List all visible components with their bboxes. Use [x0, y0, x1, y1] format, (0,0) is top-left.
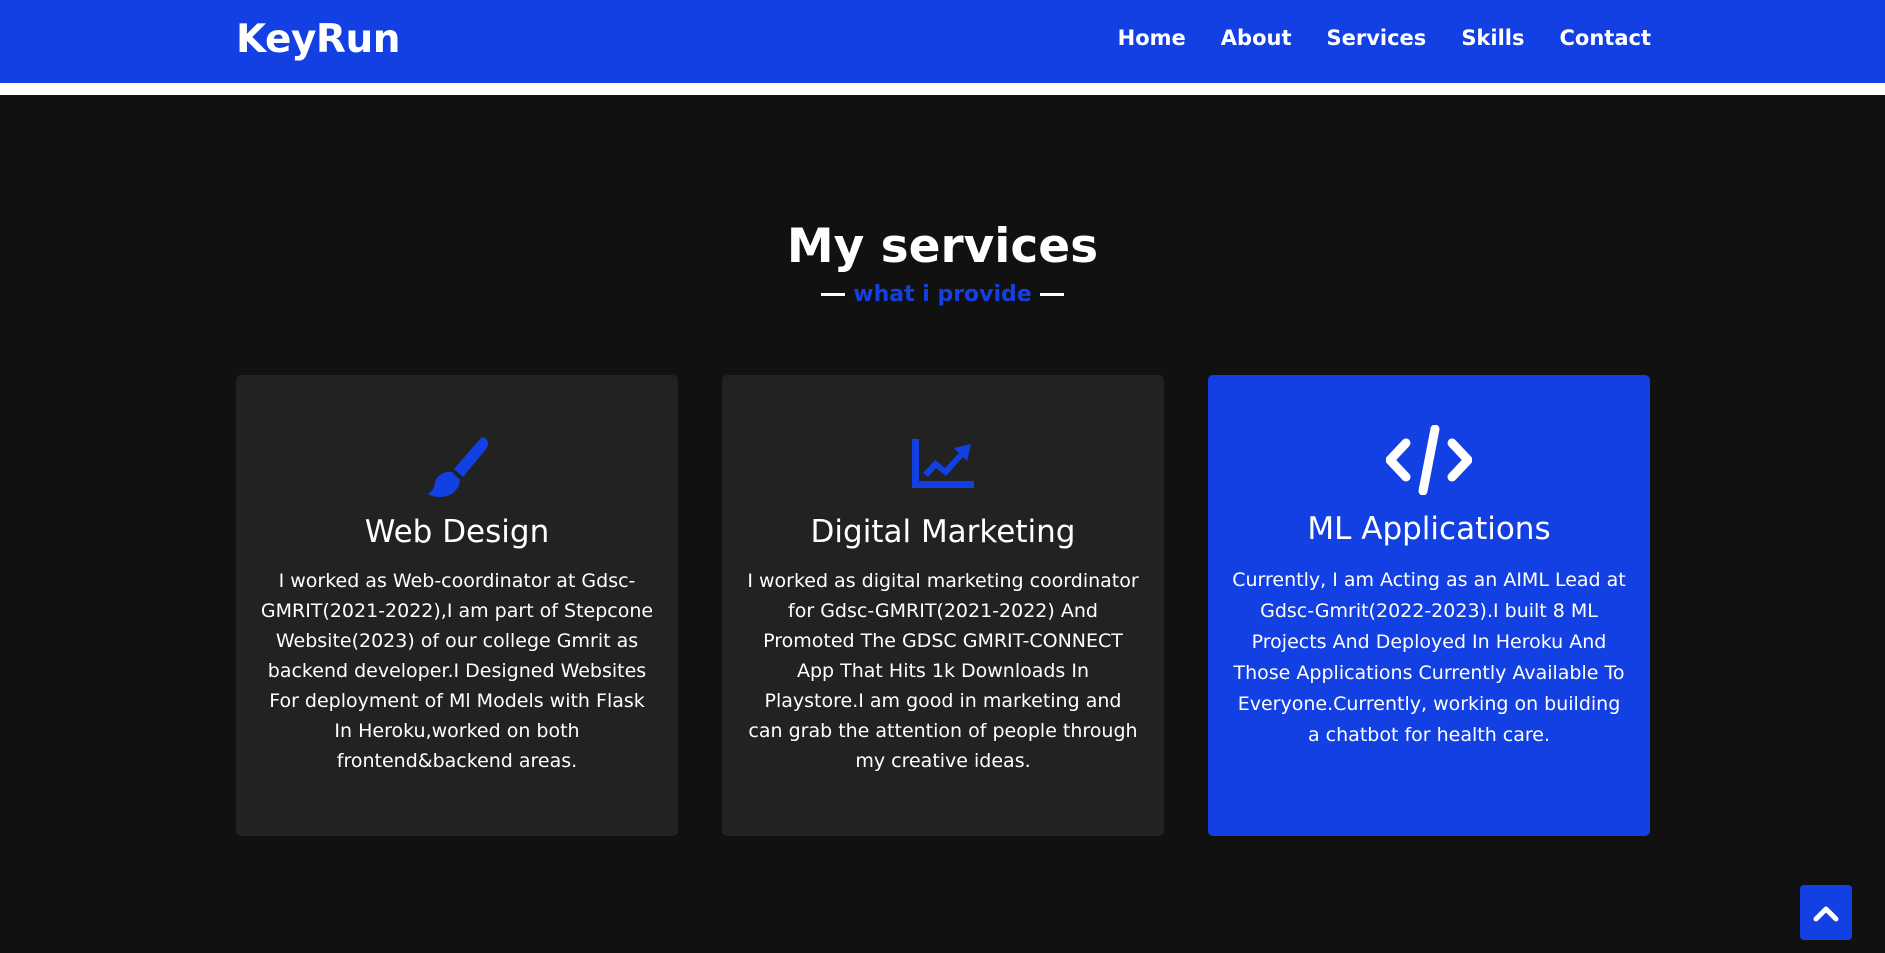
service-card-web-design[interactable]: Web Design I worked as Web-coordinator a… [236, 375, 678, 836]
scroll-to-top-button[interactable] [1800, 885, 1852, 940]
card-title: Digital Marketing [810, 514, 1076, 550]
nav-link-contact[interactable]: Contact [1560, 26, 1652, 50]
service-card-ml-applications[interactable]: ML Applications Currently, I am Acting a… [1208, 375, 1650, 836]
nav-item-contact: Contact [1560, 26, 1652, 50]
nav-item-home: Home [1118, 26, 1186, 50]
navbar-bottom-strip [0, 83, 1885, 95]
paintbrush-icon [236, 435, 678, 500]
service-card-digital-marketing[interactable]: Digital Marketing I worked as digital ma… [722, 375, 1164, 836]
navbar: KeyRun Home About Services Skills Contac… [0, 0, 1885, 83]
nav-link-services[interactable]: Services [1327, 26, 1427, 50]
section-subtitle: what i provide [0, 282, 1885, 307]
nav-item-about: About [1221, 26, 1292, 50]
nav-item-services: Services [1327, 26, 1427, 50]
chart-line-icon [722, 435, 1164, 491]
subtitle-text: what i provide [853, 282, 1032, 307]
card-text: Currently, I am Acting as an AIML Lead a… [1232, 569, 1626, 746]
nav-link-home[interactable]: Home [1118, 26, 1186, 50]
card-title: Web Design [364, 514, 550, 550]
card-title: ML Applications [1307, 511, 1551, 547]
nav-link-about[interactable]: About [1221, 26, 1292, 50]
chevron-up-icon [1813, 906, 1839, 921]
nav-item-skills: Skills [1461, 26, 1524, 50]
subtitle-dash-right [1039, 293, 1064, 296]
card-text: I worked as Web-coordinator at Gdsc-GMRI… [260, 570, 654, 772]
code-icon [1208, 425, 1650, 495]
card-text: I worked as digital marketing coordinato… [747, 570, 1139, 772]
nav-link-skills[interactable]: Skills [1461, 26, 1524, 50]
subtitle-dash-left [821, 293, 846, 296]
logo[interactable]: KeyRun [236, 17, 400, 62]
section-title: My services [786, 219, 1099, 274]
nav-menu: Home About Services Skills Contact [1118, 26, 1651, 50]
